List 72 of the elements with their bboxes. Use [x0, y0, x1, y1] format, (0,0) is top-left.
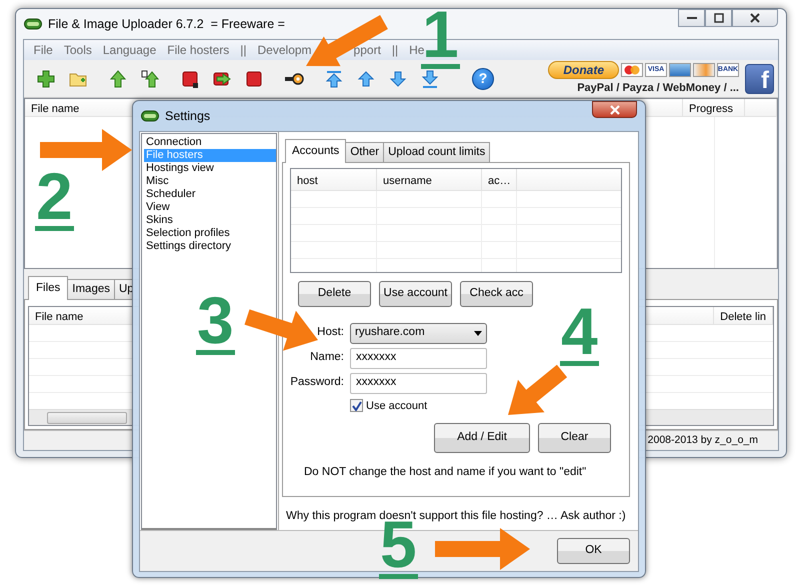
tab[interactable]: Accounts [285, 139, 346, 164]
tab[interactable]: Other [345, 142, 384, 162]
column-header: Progress [683, 99, 745, 116]
donate-button[interactable]: Donate [548, 60, 619, 79]
maximize-button[interactable] [705, 9, 732, 27]
field-label: Host: [316, 325, 344, 340]
step-number: 2 [35, 168, 74, 231]
list-item[interactable]: View [144, 201, 276, 214]
arrow-down-icon[interactable] [388, 68, 408, 88]
stop-icon[interactable] [244, 68, 264, 88]
column-header: ac… [482, 169, 517, 190]
button[interactable]: Use account [379, 281, 452, 306]
list-item[interactable]: Hostings view [144, 162, 276, 175]
password-field[interactable]: xxxxxxx [350, 372, 487, 394]
close-button[interactable] [592, 101, 637, 118]
status-text: 2008-2013 by z_o_o_m [648, 432, 758, 448]
app-icon [24, 18, 42, 30]
menu-item[interactable]: File hosters [162, 41, 235, 59]
column-header: Delete lin [714, 307, 773, 324]
tab[interactable]: Upload count limits [383, 142, 490, 162]
tab[interactable]: Files [28, 276, 68, 300]
menu-item[interactable]: pport [354, 41, 386, 59]
menu-separator: || [239, 42, 248, 59]
step-number: 3 [196, 292, 235, 355]
minimize-icon [686, 17, 698, 19]
list-item[interactable]: Misc [144, 175, 276, 188]
column-header: host [291, 169, 377, 190]
field-label: Name: [309, 350, 344, 366]
button[interactable]: Clear [538, 423, 611, 453]
close-icon [749, 13, 761, 23]
caret-icon [474, 330, 482, 336]
tab[interactable]: Images [67, 278, 115, 299]
minimize-button[interactable] [678, 9, 705, 27]
name-field[interactable]: xxxxxxx [350, 348, 487, 368]
host-dropdown[interactable]: ryushare.com [350, 322, 487, 344]
checkbox[interactable] [350, 399, 363, 412]
payment-card-icon [621, 62, 643, 77]
list-item[interactable]: Connection [144, 136, 276, 149]
menu-item[interactable]: Tools [58, 41, 98, 59]
payment-card-icon [669, 62, 691, 77]
menu-item[interactable]: Developm [252, 41, 312, 59]
button[interactable]: Add / Edit [434, 423, 530, 453]
payment-card-icon [693, 62, 715, 77]
close-icon [608, 104, 620, 114]
list-item[interactable]: Skins [144, 214, 276, 227]
button[interactable]: Delete [298, 281, 371, 306]
field-label: Password: [290, 375, 344, 390]
list-item[interactable]: Selection profiles [144, 227, 276, 240]
ok-button[interactable]: OK [557, 538, 630, 564]
hint-text: Do NOT change the host and name if you want to "edit" [303, 465, 588, 480]
list-item[interactable]: Settings directory [144, 240, 276, 253]
add-icon[interactable] [36, 68, 56, 88]
window-title: File & Image Uploader 6.7.2 = Freeware = [48, 16, 285, 33]
close-button[interactable] [732, 9, 778, 27]
arrow-up-icon[interactable] [108, 68, 128, 88]
arrow-bottom-icon[interactable] [420, 68, 440, 88]
column-header: username [377, 169, 482, 190]
button[interactable]: Check acc [460, 281, 533, 306]
square-icon[interactable] [180, 68, 200, 88]
list-item[interactable]: Scheduler [144, 188, 276, 201]
app-icon [141, 110, 159, 122]
payment-methods-text: PayPal / Payza / WebMoney / ... [577, 80, 739, 96]
facebook-button[interactable]: f [745, 64, 774, 94]
arrow-top-icon[interactable] [324, 68, 344, 88]
annotation-arrow [508, 364, 568, 415]
menu-separator: || [390, 42, 400, 59]
menu-item[interactable]: File [28, 41, 58, 59]
menu-item[interactable]: Language [97, 41, 162, 59]
double-arrow-up-icon[interactable] [140, 68, 160, 88]
checkbox-label: Use account [366, 398, 428, 414]
maximize-icon [712, 13, 724, 23]
arrow-up-icon[interactable] [356, 68, 376, 88]
